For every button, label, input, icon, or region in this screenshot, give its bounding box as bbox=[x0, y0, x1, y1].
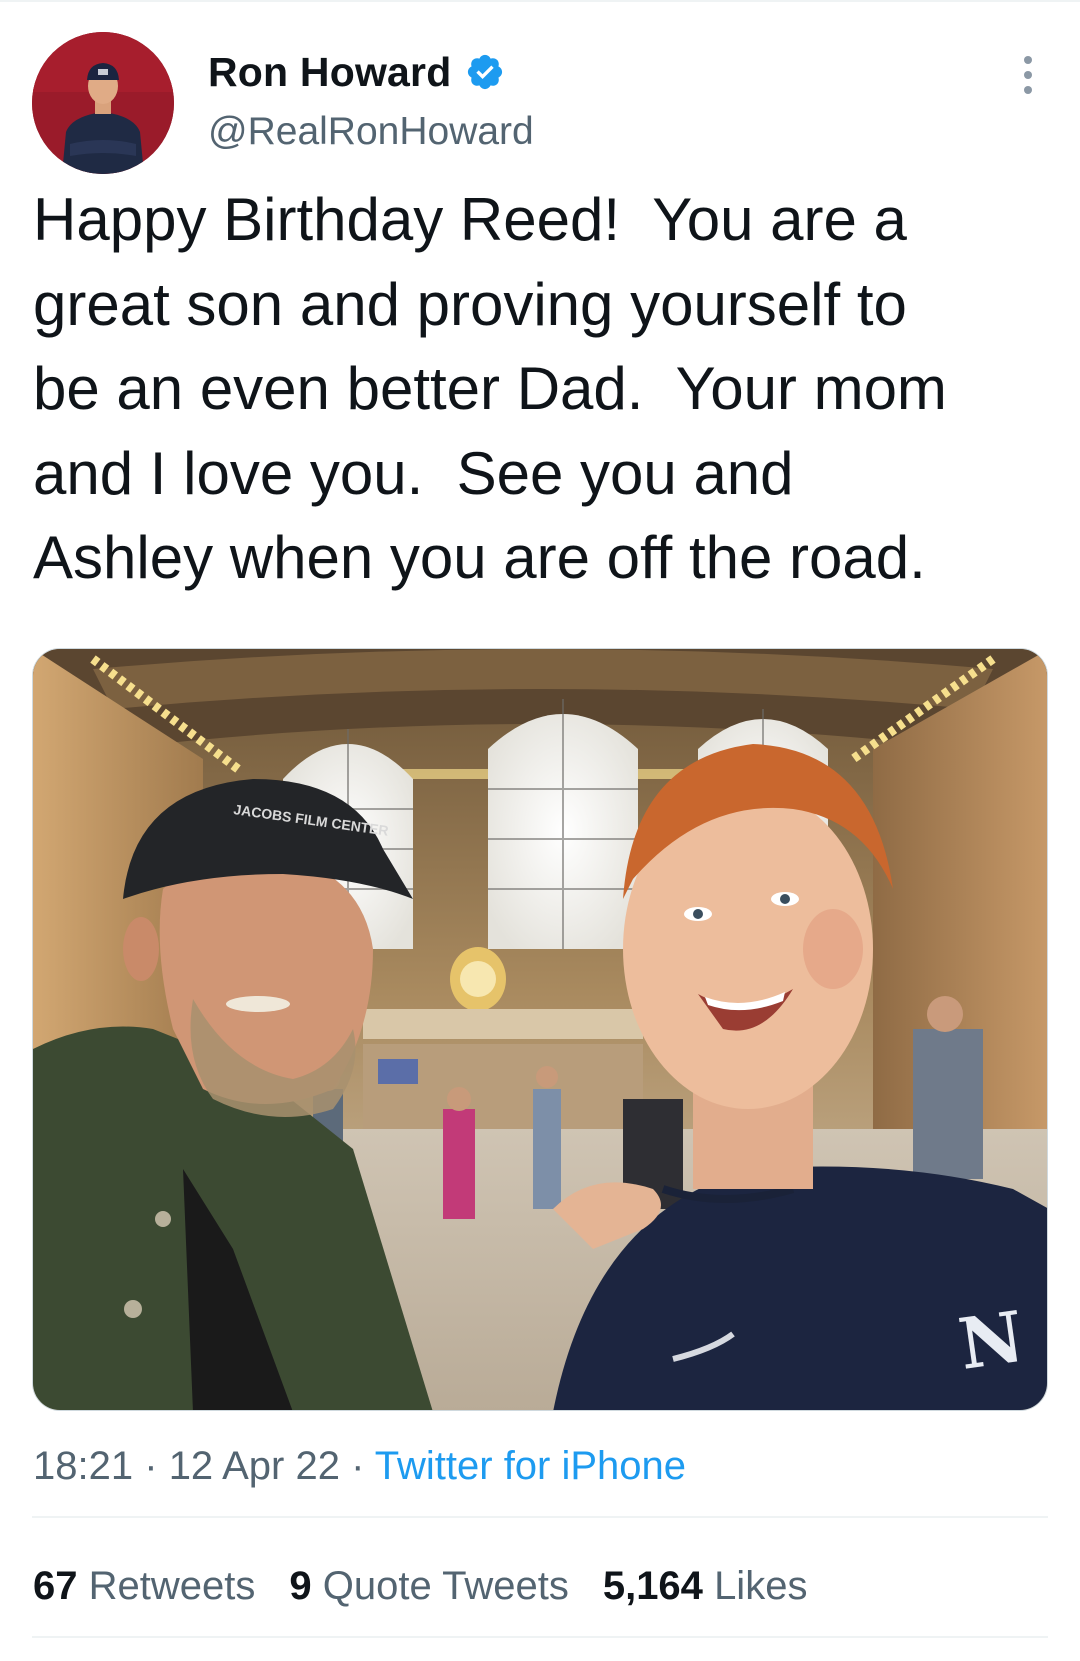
retweets-stat[interactable]: 67 Retweets bbox=[33, 1564, 255, 1609]
quote-tweets-stat[interactable]: 9 Quote Tweets bbox=[289, 1564, 568, 1609]
avatar-image bbox=[32, 32, 174, 174]
retweets-label: Retweets bbox=[88, 1564, 256, 1608]
svg-text:N: N bbox=[954, 1295, 1029, 1386]
more-dot bbox=[1024, 86, 1032, 94]
author-name-row[interactable]: Ron Howard bbox=[208, 40, 505, 104]
likes-count: 5,164 bbox=[602, 1564, 703, 1608]
tweet-text: Happy Birthday Reed! You are a great son… bbox=[33, 186, 947, 591]
tweet-meta: 18:21 · 12 Apr 22 · Twitter for iPhone bbox=[33, 1444, 686, 1489]
meta-separator: · bbox=[144, 1444, 158, 1488]
author-display-name[interactable]: Ron Howard bbox=[208, 49, 451, 96]
tweet-stats: 67 Retweets 9 Quote Tweets 5,164 Likes bbox=[33, 1564, 807, 1609]
meta-separator: · bbox=[351, 1444, 365, 1488]
tweet-photo[interactable]: JACOBS FILM CENTER N bbox=[32, 648, 1048, 1411]
tweet-source-link[interactable]: Twitter for iPhone bbox=[375, 1444, 686, 1488]
retweets-count: 67 bbox=[33, 1564, 78, 1608]
photo-selfie-image: JACOBS FILM CENTER N bbox=[33, 649, 1047, 1410]
author-avatar[interactable] bbox=[32, 32, 174, 174]
stats-bottom-divider bbox=[32, 1636, 1048, 1638]
likes-label: Likes bbox=[714, 1564, 808, 1608]
top-divider bbox=[0, 0, 1080, 2]
tweet-date[interactable]: 12 Apr 22 bbox=[169, 1444, 340, 1488]
stats-top-divider bbox=[32, 1516, 1048, 1518]
more-options-icon[interactable] bbox=[1010, 50, 1046, 100]
quote-tweets-count: 9 bbox=[289, 1564, 312, 1608]
author-handle[interactable]: @RealRonHoward bbox=[208, 110, 534, 154]
likes-stat[interactable]: 5,164 Likes bbox=[603, 1564, 808, 1609]
tweet-time[interactable]: 18:21 bbox=[33, 1444, 133, 1488]
quote-tweets-label: Quote Tweets bbox=[322, 1564, 569, 1608]
more-dot bbox=[1024, 56, 1032, 64]
verified-badge-icon bbox=[465, 52, 505, 92]
more-dot bbox=[1024, 71, 1032, 79]
